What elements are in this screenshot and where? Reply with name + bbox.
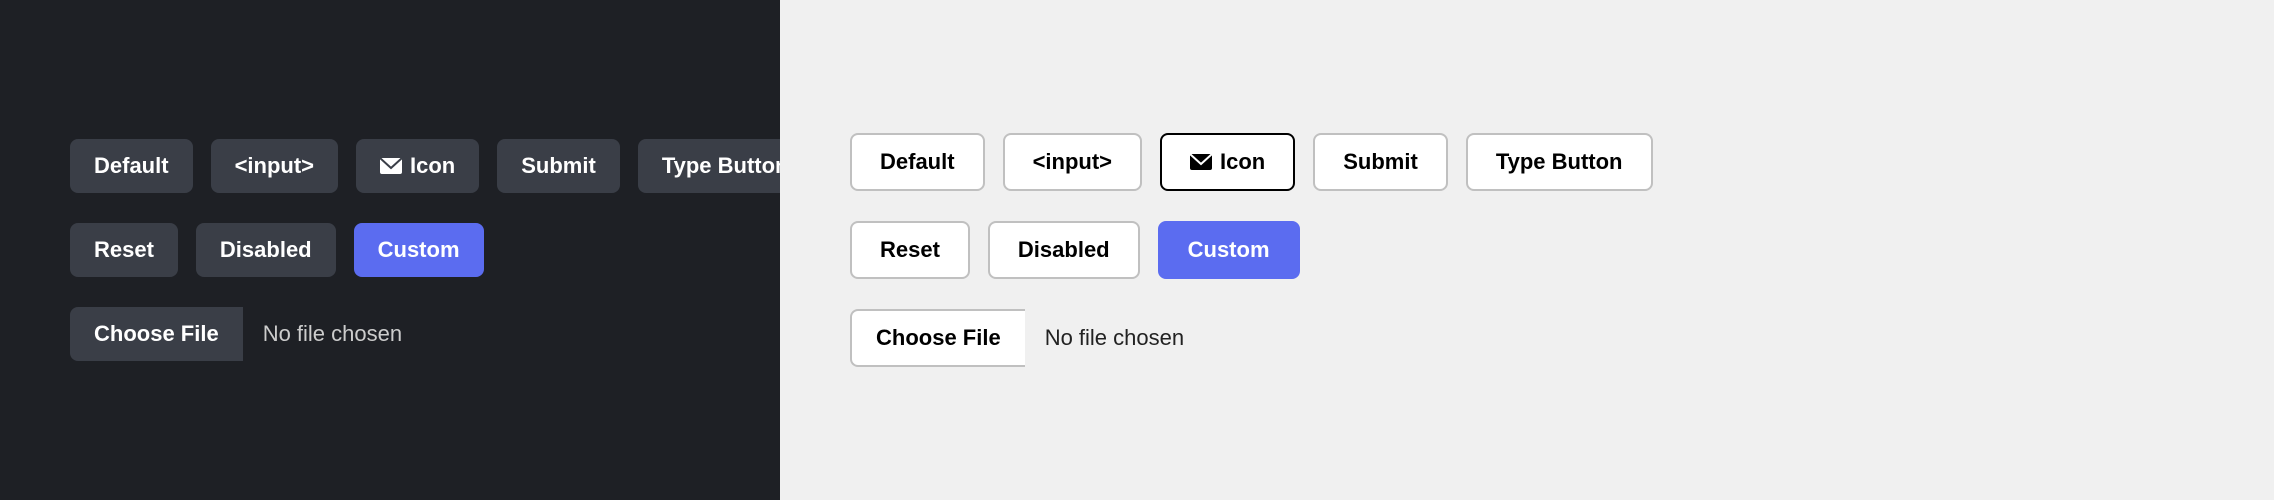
light-disabled-button[interactable]: Disabled xyxy=(988,221,1140,279)
light-file-input-wrapper: Choose File No file chosen xyxy=(850,309,1204,367)
dark-row-1: Default <input> Icon Submit Type Button xyxy=(70,139,813,193)
dark-row-2: Reset Disabled Custom xyxy=(70,223,484,277)
light-type-button[interactable]: Type Button xyxy=(1466,133,1653,191)
light-input-button[interactable]: <input> xyxy=(1003,133,1142,191)
mail-icon xyxy=(380,158,402,174)
light-icon-button[interactable]: Icon xyxy=(1160,133,1295,191)
light-default-button[interactable]: Default xyxy=(850,133,985,191)
dark-icon-button[interactable]: Icon xyxy=(356,139,479,193)
mail-icon xyxy=(1190,154,1212,170)
light-icon-button-label: Icon xyxy=(1220,149,1265,175)
dark-reset-button[interactable]: Reset xyxy=(70,223,178,277)
light-no-file-text: No file chosen xyxy=(1025,311,1204,365)
dark-custom-button[interactable]: Custom xyxy=(354,223,484,277)
light-submit-button[interactable]: Submit xyxy=(1313,133,1448,191)
dark-disabled-button[interactable]: Disabled xyxy=(196,223,336,277)
dark-default-button[interactable]: Default xyxy=(70,139,193,193)
dark-submit-button[interactable]: Submit xyxy=(497,139,620,193)
light-custom-button[interactable]: Custom xyxy=(1158,221,1300,279)
light-row-1: Default <input> Icon Submit Type Button xyxy=(850,133,1653,191)
dark-file-input-wrapper: Choose File No file chosen xyxy=(70,307,422,361)
dark-no-file-text: No file chosen xyxy=(243,307,422,361)
dark-input-button[interactable]: <input> xyxy=(211,139,338,193)
dark-panel: Default <input> Icon Submit Type Button … xyxy=(0,0,780,500)
light-row-2: Reset Disabled Custom xyxy=(850,221,1300,279)
light-reset-button[interactable]: Reset xyxy=(850,221,970,279)
dark-choose-file-button[interactable]: Choose File xyxy=(70,307,243,361)
dark-icon-button-label: Icon xyxy=(410,153,455,179)
light-choose-file-button[interactable]: Choose File xyxy=(850,309,1025,367)
light-panel: Default <input> Icon Submit Type Button … xyxy=(780,0,2274,500)
